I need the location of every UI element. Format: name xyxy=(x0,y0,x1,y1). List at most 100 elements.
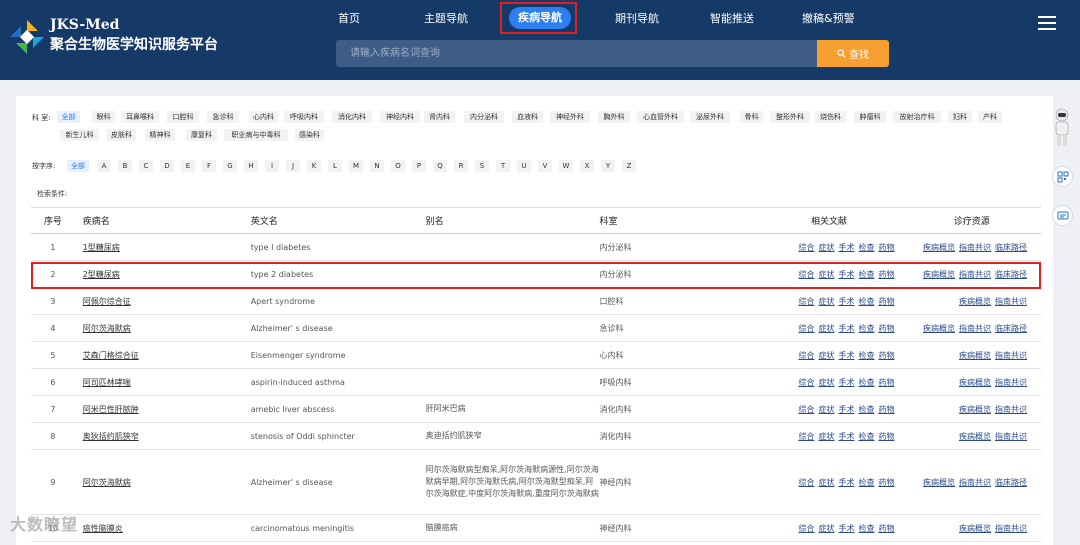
literature-link[interactable]: 综合 xyxy=(798,243,814,252)
literature-link[interactable]: 检查 xyxy=(858,351,874,360)
letter-tag[interactable]: X xyxy=(580,160,594,172)
literature-link[interactable]: 检查 xyxy=(858,270,874,279)
literature-link[interactable]: 症状 xyxy=(818,524,834,533)
dept-tag[interactable]: 消化内科 xyxy=(332,111,372,123)
letter-tag[interactable]: S xyxy=(475,160,489,172)
disease-link[interactable]: 阿佩尔综合征 xyxy=(83,297,131,306)
dept-tag[interactable]: 眼科 xyxy=(92,111,115,123)
disease-link[interactable]: 1型糖尿病 xyxy=(83,243,120,252)
literature-link[interactable]: 综合 xyxy=(798,378,814,387)
literature-link[interactable]: 手术 xyxy=(838,324,854,333)
resource-link[interactable]: 疾病概览 xyxy=(923,478,955,487)
literature-link[interactable]: 手术 xyxy=(838,524,854,533)
literature-link[interactable]: 手术 xyxy=(838,378,854,387)
dept-tag[interactable]: 神经内科 xyxy=(380,111,420,123)
resource-link[interactable]: 疾病概览 xyxy=(923,243,955,252)
letter-tag[interactable]: L xyxy=(328,160,342,172)
resource-link[interactable]: 疾病概览 xyxy=(959,378,991,387)
dept-tag[interactable]: 胸外科 xyxy=(598,111,630,123)
disease-link[interactable]: 阿尔茨海默病 xyxy=(83,478,131,487)
literature-link[interactable]: 检查 xyxy=(858,243,874,252)
literature-link[interactable]: 综合 xyxy=(798,432,814,441)
literature-link[interactable]: 综合 xyxy=(798,270,814,279)
letter-tag[interactable]: H xyxy=(244,160,258,172)
literature-link[interactable]: 症状 xyxy=(818,378,834,387)
letter-tag[interactable]: J xyxy=(286,160,300,172)
resource-link[interactable]: 指南共识 xyxy=(995,297,1027,306)
literature-link[interactable]: 综合 xyxy=(798,524,814,533)
resource-link[interactable]: 疾病概览 xyxy=(923,270,955,279)
letter-tag[interactable]: 全部 xyxy=(67,160,89,172)
resource-link[interactable]: 临床路径 xyxy=(995,270,1027,279)
dept-tag[interactable]: 新生儿科 xyxy=(60,129,99,141)
letter-tag[interactable]: A xyxy=(97,160,111,172)
nav-journals[interactable]: 期刊导航 xyxy=(615,10,659,26)
literature-link[interactable]: 手术 xyxy=(838,297,854,306)
literature-link[interactable]: 药物 xyxy=(878,324,894,333)
dept-tag[interactable]: 整形外科 xyxy=(770,111,810,123)
literature-link[interactable]: 症状 xyxy=(818,297,834,306)
disease-link[interactable]: 阿司匹林哮喘 xyxy=(83,378,131,387)
dept-tag[interactable]: 职业病与中毒科 xyxy=(224,129,288,141)
letter-tag[interactable]: W xyxy=(559,160,573,172)
literature-link[interactable]: 药物 xyxy=(878,524,894,533)
disease-link[interactable]: 艾森门格综合征 xyxy=(83,351,139,360)
literature-link[interactable]: 综合 xyxy=(798,478,814,487)
letter-tag[interactable]: D xyxy=(160,160,174,172)
literature-link[interactable]: 综合 xyxy=(798,351,814,360)
disease-link[interactable]: 2型糖尿病 xyxy=(83,270,120,279)
resource-link[interactable]: 临床路径 xyxy=(995,478,1027,487)
literature-link[interactable]: 药物 xyxy=(878,243,894,252)
literature-link[interactable]: 药物 xyxy=(878,478,894,487)
literature-link[interactable]: 综合 xyxy=(798,405,814,414)
letter-tag[interactable]: M xyxy=(349,160,363,172)
dept-tag[interactable]: 康复科 xyxy=(186,129,217,141)
disease-link[interactable]: 奥狄括约肌狭窄 xyxy=(83,432,139,441)
dept-tag[interactable]: 产科 xyxy=(978,111,1002,123)
resource-link[interactable]: 指南共识 xyxy=(959,324,991,333)
letter-tag[interactable]: Y xyxy=(601,160,615,172)
nav-push[interactable]: 智能推送 xyxy=(710,10,754,26)
letter-tag[interactable]: G xyxy=(223,160,237,172)
literature-link[interactable]: 症状 xyxy=(818,405,834,414)
dept-tag[interactable]: 肾内科 xyxy=(424,111,455,123)
robot-icon[interactable] xyxy=(1052,108,1072,148)
nav-home[interactable]: 首页 xyxy=(338,10,360,26)
dept-tag[interactable]: 皮肤科 xyxy=(107,129,136,141)
dept-tag[interactable]: 精神科 xyxy=(145,129,175,141)
resource-link[interactable]: 指南共识 xyxy=(995,432,1027,441)
literature-link[interactable]: 症状 xyxy=(818,324,834,333)
letter-tag[interactable]: P xyxy=(412,160,426,172)
letter-tag[interactable]: U xyxy=(517,160,531,172)
resource-link[interactable]: 疾病概览 xyxy=(959,297,991,306)
letter-tag[interactable]: B xyxy=(118,160,132,172)
literature-link[interactable]: 药物 xyxy=(878,405,894,414)
resource-link[interactable]: 疾病概览 xyxy=(959,524,991,533)
disease-link[interactable]: 阿尔茨海默病 xyxy=(83,324,131,333)
dept-tag[interactable]: 内分泌科 xyxy=(464,111,504,123)
literature-link[interactable]: 手术 xyxy=(838,270,854,279)
resource-link[interactable]: 指南共识 xyxy=(959,243,991,252)
nav-topics[interactable]: 主题导航 xyxy=(424,10,468,26)
disease-link[interactable]: 阿米巴性肝脓肿 xyxy=(83,405,139,414)
disease-link[interactable]: 癌性脑膜炎 xyxy=(83,524,123,533)
letter-tag[interactable]: C xyxy=(139,160,153,172)
dept-tag[interactable]: 肿瘤科 xyxy=(854,111,886,123)
literature-link[interactable]: 症状 xyxy=(818,478,834,487)
literature-link[interactable]: 检查 xyxy=(858,297,874,306)
literature-link[interactable]: 药物 xyxy=(878,378,894,387)
resource-link[interactable]: 疾病概览 xyxy=(923,324,955,333)
dept-tag[interactable]: 妇科 xyxy=(948,111,972,123)
resource-link[interactable]: 指南共识 xyxy=(959,270,991,279)
hamburger-menu-icon[interactable] xyxy=(1038,16,1056,30)
literature-link[interactable]: 综合 xyxy=(798,297,814,306)
literature-link[interactable]: 检查 xyxy=(858,324,874,333)
literature-link[interactable]: 手术 xyxy=(838,351,854,360)
resource-link[interactable]: 临床路径 xyxy=(995,324,1027,333)
dept-tag[interactable]: 心血管外科 xyxy=(637,111,684,123)
nav-retraction[interactable]: 撤稿&预警 xyxy=(802,10,855,26)
letter-tag[interactable]: R xyxy=(454,160,468,172)
letter-tag[interactable]: K xyxy=(307,160,321,172)
resource-link[interactable]: 疾病概览 xyxy=(959,351,991,360)
dept-tag[interactable]: 泌尿外科 xyxy=(690,111,730,123)
